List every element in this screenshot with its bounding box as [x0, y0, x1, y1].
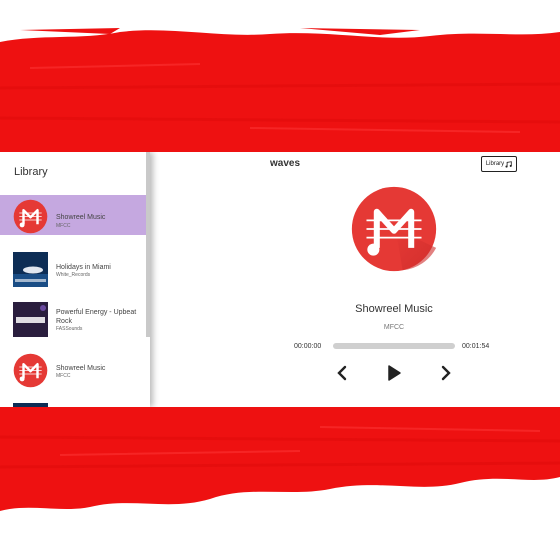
track-cover-miami: [13, 252, 48, 287]
track-cover-partial: [13, 403, 48, 407]
next-icon: [441, 365, 451, 381]
track-title: Powerful Energy - Upbeat Rock: [56, 309, 137, 325]
track-artist: White_Records: [56, 272, 91, 278]
sidebar-scrollbar[interactable]: [146, 152, 150, 337]
brush-stroke-bottom: [0, 407, 560, 511]
track-duration: 00:01:54: [462, 343, 490, 350]
now-playing-title: Showreel Music: [355, 303, 433, 315]
music-note-icon: [505, 160, 512, 168]
library-track[interactable]: Powerful Energy - Upbeat Rock FASSounds: [0, 298, 146, 338]
play-icon: [388, 365, 401, 381]
library-sidebar: Library Showreel Music MFCC Holidays in …: [0, 152, 150, 407]
track-cover-mfcc: [13, 199, 48, 234]
seek-bar[interactable]: [333, 343, 455, 349]
app-title: waves: [270, 158, 301, 169]
library-track[interactable]: Showreel Music MFCC: [0, 349, 146, 389]
library-track[interactable]: Showreel Music MFCC: [0, 195, 146, 235]
track-artist: FASSounds: [56, 326, 83, 332]
track-title: Holidays in Miami: [56, 264, 111, 271]
now-playing-artist: MFCC: [383, 324, 405, 331]
track-title: Showreel Music: [56, 214, 106, 221]
next-button[interactable]: [440, 364, 452, 387]
library-track[interactable]: Holidays in Miami White_Records: [0, 248, 146, 288]
brush-stroke-top: [0, 28, 560, 153]
track-artist: MFCC: [56, 373, 71, 379]
library-button-label: Library: [485, 161, 505, 167]
player-window: Library Showreel Music MFCC Holidays in …: [0, 152, 560, 407]
play-button[interactable]: [386, 364, 402, 387]
now-playing-cover: [351, 186, 437, 272]
track-artist: MFCC: [56, 223, 71, 229]
previous-button[interactable]: [336, 364, 348, 387]
track-title: Showreel Music: [56, 365, 106, 372]
track-cover-fass: [13, 302, 48, 337]
library-toggle-button[interactable]: Library: [481, 156, 517, 172]
track-cover-mfcc: [13, 353, 48, 388]
current-time: 00:00:00: [294, 343, 322, 350]
previous-icon: [337, 365, 347, 381]
library-title: Library: [14, 166, 48, 178]
